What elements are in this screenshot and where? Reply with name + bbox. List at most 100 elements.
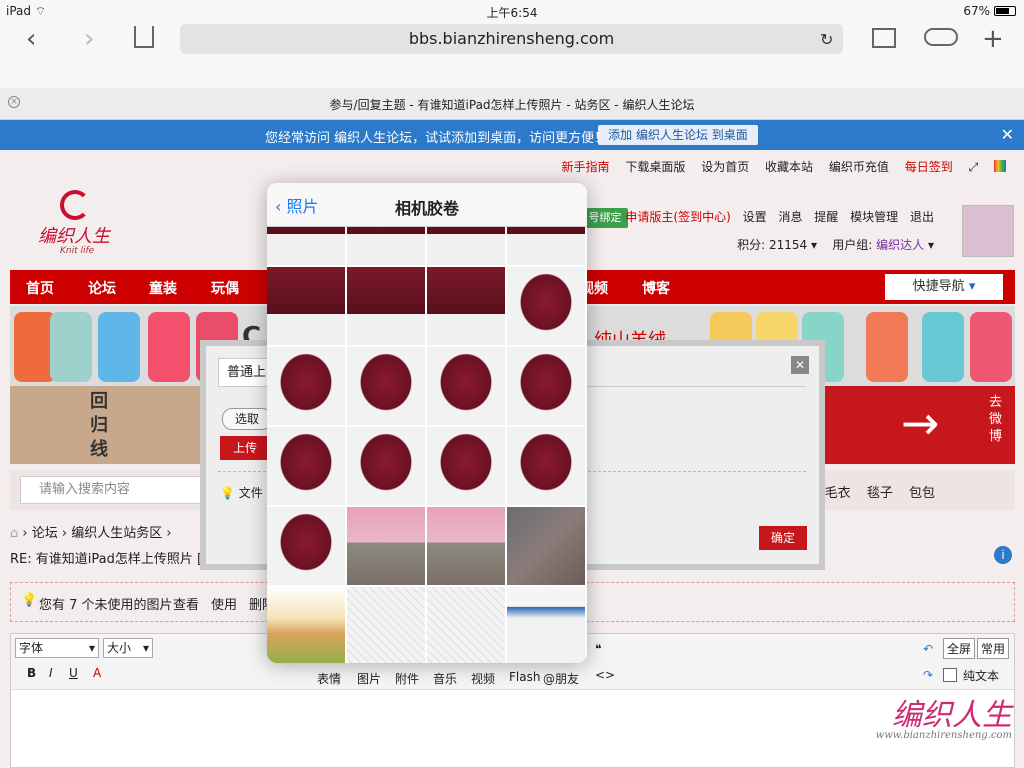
common-button[interactable]: 常用 xyxy=(977,638,1010,659)
cloud-tabs-icon[interactable] xyxy=(924,28,958,46)
choose-file-button[interactable]: 选取 xyxy=(222,408,272,430)
top-link-guide[interactable]: 新手指南 xyxy=(562,160,610,174)
nav-item-kids[interactable]: 童装 xyxy=(149,278,177,298)
logout-link[interactable]: 退出 xyxy=(910,210,934,224)
new-tab-icon[interactable]: + xyxy=(982,24,1004,54)
photo-thumbnail[interactable] xyxy=(507,267,585,345)
alerts-link[interactable]: 提醒 xyxy=(814,210,838,224)
share-icon[interactable] xyxy=(134,26,154,48)
top-link-homepage[interactable]: 设为首页 xyxy=(701,160,749,174)
info-icon[interactable]: i xyxy=(994,546,1012,564)
top-link-download[interactable]: 下载桌面版 xyxy=(625,160,685,174)
file-label: 💡 文件 xyxy=(220,486,263,500)
photo-thumbnail[interactable] xyxy=(507,227,585,265)
site-logo[interactable]: 编织人生 Knit life xyxy=(30,190,140,260)
nav-item-dolls[interactable]: 玩偶 xyxy=(211,278,239,298)
back-icon[interactable]: ‹ xyxy=(26,24,36,54)
emoji-tool[interactable]: 表情 xyxy=(317,670,341,687)
bookmarks-icon[interactable] xyxy=(872,28,896,48)
photo-thumbnail[interactable] xyxy=(267,267,345,345)
breadcrumb: ⌂ › 论坛 › 编织人生站务区 › xyxy=(10,526,172,541)
video-tool[interactable]: 视频 xyxy=(471,670,495,687)
font-select[interactable]: 字体 ▾ xyxy=(15,638,99,658)
watermark: 编织人生 www.bianzhirensheng.com xyxy=(875,698,1012,741)
top-link-checkin[interactable]: 每日签到 xyxy=(905,160,953,174)
flash-tool[interactable]: Flash xyxy=(509,670,540,684)
music-tool[interactable]: 音乐 xyxy=(433,670,457,687)
use-link[interactable]: 使用 xyxy=(211,594,237,613)
italic-icon[interactable]: I xyxy=(49,666,53,680)
top-link-favorite[interactable]: 收藏本站 xyxy=(765,160,813,174)
view-link[interactable]: 查看 xyxy=(173,594,199,613)
attachment-tool[interactable]: 附件 xyxy=(395,670,419,687)
battery-indicator: 67% xyxy=(963,4,1016,18)
photo-thumbnail[interactable] xyxy=(427,427,505,505)
nav-item-home[interactable]: 首页 xyxy=(26,278,54,298)
photo-thumbnail[interactable] xyxy=(347,427,425,505)
photo-thumbnail[interactable] xyxy=(267,347,345,425)
top-link-recharge[interactable]: 编织币充值 xyxy=(829,160,889,174)
photo-thumbnail[interactable] xyxy=(267,427,345,505)
breadcrumb-section[interactable]: 编织人生站务区 xyxy=(71,526,162,541)
address-bar[interactable]: bbs.bianzhirensheng.com xyxy=(180,24,843,54)
upload-button[interactable]: 上传 xyxy=(220,436,270,460)
module-manage-link[interactable]: 模块管理 xyxy=(850,210,898,224)
forward-icon[interactable]: › xyxy=(84,24,94,54)
redo-icon[interactable]: ↷ xyxy=(923,668,933,682)
photo-thumbnail[interactable] xyxy=(507,507,585,585)
underline-icon[interactable]: U xyxy=(69,666,78,680)
reload-icon[interactable]: ↻ xyxy=(820,30,833,49)
breadcrumb-forum[interactable]: 论坛 xyxy=(32,526,58,541)
lightbulb-icon: 💡 xyxy=(220,486,235,500)
photo-thumbnail[interactable] xyxy=(347,587,425,663)
hot-keyword[interactable]: 包包 xyxy=(909,486,935,501)
settings-link[interactable]: 设置 xyxy=(743,210,767,224)
photo-thumbnail[interactable] xyxy=(507,587,585,663)
hot-keyword[interactable]: 毯子 xyxy=(867,486,893,501)
photo-thumbnail[interactable] xyxy=(427,267,505,345)
photo-thumbnail[interactable] xyxy=(267,587,345,663)
fullscreen-button[interactable]: 全屏 xyxy=(943,638,976,659)
photo-thumbnail[interactable] xyxy=(347,347,425,425)
undo-icon[interactable]: ↶ xyxy=(923,642,933,656)
photo-thumbnail[interactable] xyxy=(507,427,585,505)
photo-thumbnail[interactable] xyxy=(347,267,425,345)
size-select[interactable]: 大小 ▾ xyxy=(103,638,153,658)
photo-thumbnail[interactable] xyxy=(347,227,425,265)
plaintext-checkbox[interactable] xyxy=(943,668,957,682)
points[interactable]: 积分: 21154 xyxy=(737,238,807,252)
photo-thumbnail[interactable] xyxy=(427,507,505,585)
yarn-ball-image xyxy=(148,312,190,382)
photo-thumbnail[interactable] xyxy=(427,587,505,663)
lightbulb-icon: 💡 xyxy=(21,593,38,608)
color-palette-icon[interactable] xyxy=(994,160,1006,172)
photo-thumbnail[interactable] xyxy=(267,227,345,265)
photo-thumbnail[interactable] xyxy=(427,227,505,265)
nav-item-blog[interactable]: 博客 xyxy=(642,278,670,298)
photo-thumbnail[interactable] xyxy=(267,507,345,585)
book-title: 回归线 xyxy=(90,391,108,460)
add-to-desktop-button[interactable]: 添加 编织人生论坛 到桌面 xyxy=(598,125,758,145)
tab-title[interactable]: 参与/回复主题 - 有谁知道iPad怎样上传照片 - 站务区 - 编织人生论坛 xyxy=(0,96,1024,113)
messages-link[interactable]: 消息 xyxy=(778,210,802,224)
quick-nav-dropdown[interactable]: 快捷导航 ▾ xyxy=(885,274,1003,300)
clock: 上午6:54 xyxy=(486,6,538,20)
avatar[interactable] xyxy=(962,205,1014,257)
home-icon[interactable]: ⌂ xyxy=(10,526,18,541)
close-icon[interactable]: ✕ xyxy=(1001,125,1014,144)
code-icon[interactable]: <> xyxy=(595,668,615,682)
quote-icon[interactable]: ❝ xyxy=(595,642,601,656)
photo-thumbnail[interactable] xyxy=(347,507,425,585)
photo-thumbnail[interactable] xyxy=(427,347,505,425)
dialog-close-icon[interactable]: ✕ xyxy=(791,356,809,374)
photo-thumbnail[interactable] xyxy=(507,347,585,425)
user-group[interactable]: 编织达人 xyxy=(876,238,924,252)
nav-item-forum[interactable]: 论坛 xyxy=(88,278,116,298)
mention-tool[interactable]: @朋友 xyxy=(543,670,579,687)
font-color-icon[interactable]: A xyxy=(93,666,101,680)
confirm-button[interactable]: 确定 xyxy=(759,526,807,550)
apply-moderator-link[interactable]: 申请版主(签到中心) xyxy=(625,210,730,224)
image-tool[interactable]: 图片 xyxy=(357,670,381,687)
fullscreen-icon[interactable]: ⤢ xyxy=(969,160,979,174)
bold-icon[interactable]: B xyxy=(27,666,36,680)
